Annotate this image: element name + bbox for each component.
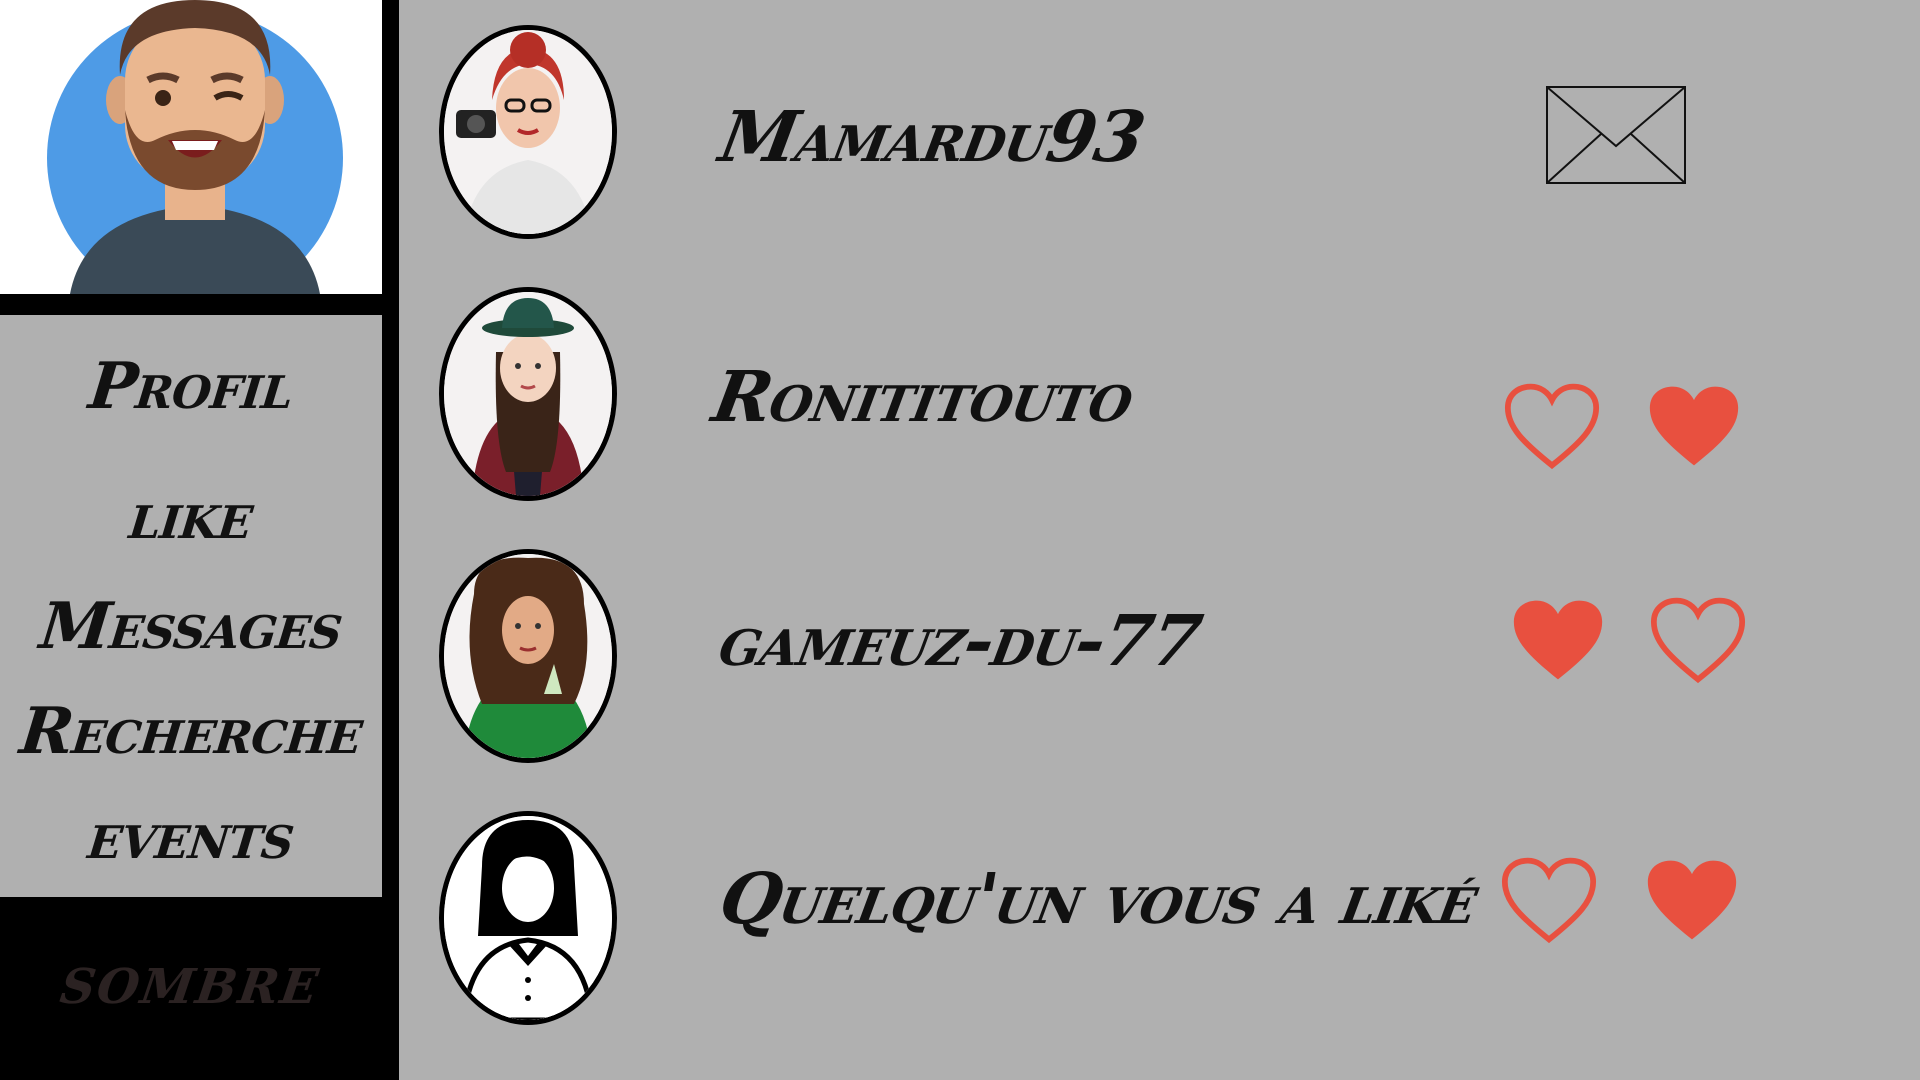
heart-outline-icon[interactable] <box>1650 596 1746 686</box>
nav-panel: Profil like Messages Recherche events <box>0 315 382 897</box>
user-avatar[interactable] <box>0 0 382 294</box>
heart-filled-icon[interactable] <box>1644 856 1740 946</box>
heart-outline-icon[interactable] <box>1501 856 1597 946</box>
username[interactable]: Mamardu93 <box>714 95 1151 178</box>
list-item: Ronititouto <box>399 282 1920 522</box>
nav-item-profil[interactable]: Profil <box>0 349 385 424</box>
nav-item-messages[interactable]: Messages <box>0 589 385 664</box>
heart-filled-icon[interactable] <box>1646 382 1742 472</box>
generic-woman-avatar-icon <box>444 816 612 1020</box>
user-avatar[interactable] <box>439 549 617 763</box>
username[interactable]: gameuz-du-77 <box>714 599 1207 682</box>
list-item: Mamardu93 <box>399 20 1920 260</box>
nav-item-events[interactable]: events <box>0 799 385 874</box>
heart-outline-icon[interactable] <box>1504 382 1600 472</box>
list-item: gameuz-du-77 <box>399 544 1920 784</box>
heart-filled-icon[interactable] <box>1510 596 1606 686</box>
list-item: Quelqu'un vous a liké <box>399 806 1920 1046</box>
sidebar: Profil like Messages Recherche events so… <box>0 0 399 1080</box>
bearded-man-avatar-icon <box>47 0 343 294</box>
nav-item-like[interactable]: like <box>0 479 385 554</box>
curly-hair-woman-avatar-icon <box>444 554 612 758</box>
notification-text: Quelqu'un vous a liké <box>713 857 1484 940</box>
photographer-woman-avatar-icon <box>444 30 612 234</box>
username[interactable]: Ronititouto <box>707 355 1140 438</box>
dark-mode-toggle[interactable]: sombre <box>0 940 388 1020</box>
envelope-icon[interactable] <box>1546 86 1686 184</box>
nav-item-recherche[interactable]: Recherche <box>0 694 385 769</box>
hat-woman-avatar-icon <box>444 292 612 496</box>
user-avatar[interactable] <box>439 811 617 1025</box>
user-avatar[interactable] <box>439 25 617 239</box>
user-avatar[interactable] <box>439 287 617 501</box>
